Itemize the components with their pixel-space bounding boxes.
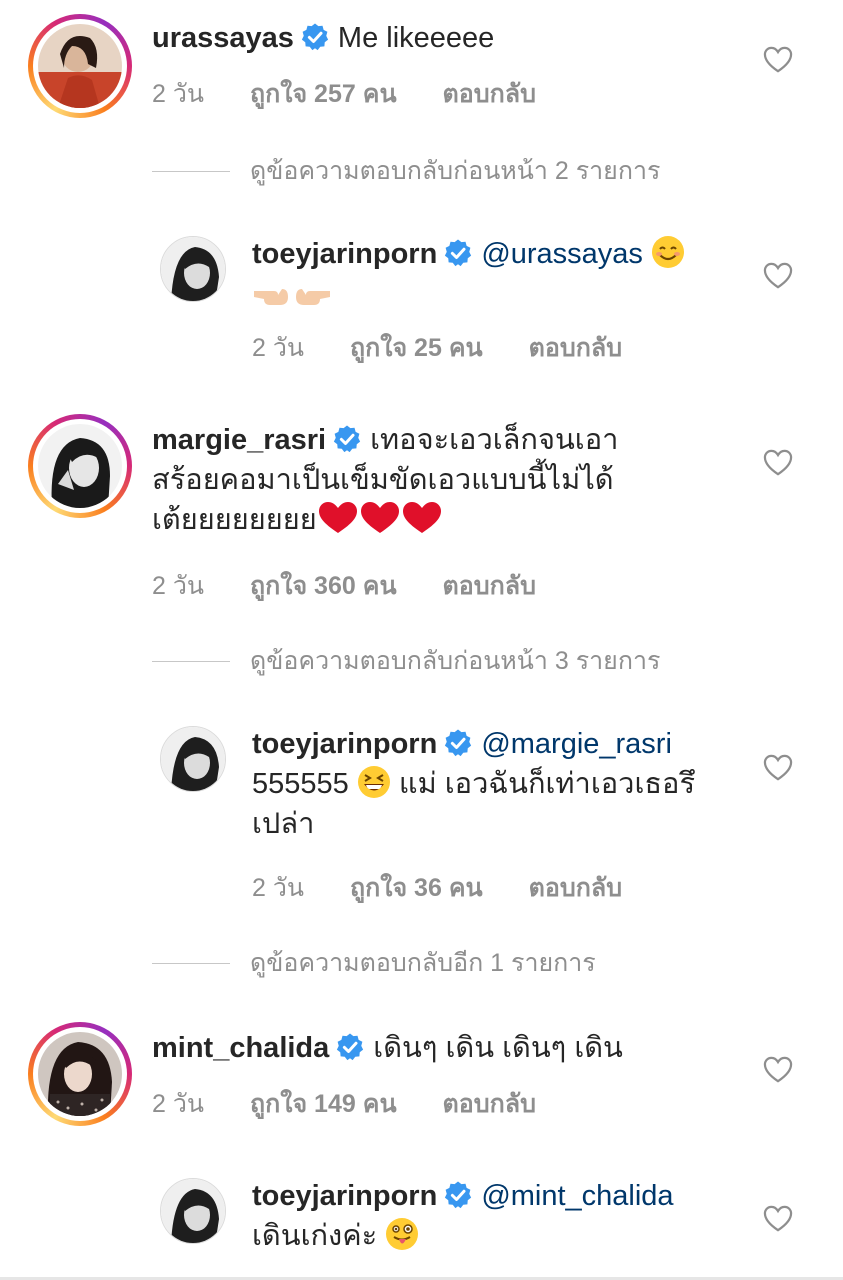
- avatar[interactable]: [160, 236, 226, 302]
- mention-link[interactable]: @margie_rasri: [481, 728, 672, 760]
- view-previous-replies[interactable]: ดูข้อความตอบกลับก่อนหน้า 3 รายการ: [152, 646, 660, 676]
- view-more-replies[interactable]: ดูข้อความตอบกลับอีก 1 รายการ: [152, 948, 596, 978]
- comment-text: Me likeeeee: [337, 22, 495, 54]
- comment-time: 2 วัน: [252, 334, 304, 362]
- red-heart-emoji-icon: [318, 502, 441, 533]
- verified-badge-icon: [334, 425, 361, 453]
- smiling-face-emoji-icon: [652, 236, 684, 268]
- heart-outline-icon[interactable]: [763, 449, 793, 477]
- comment-likes[interactable]: ถูกใจ 360 คน: [250, 572, 397, 600]
- comment-time: 2 วัน: [152, 80, 204, 108]
- comment-time: 2 วัน: [252, 874, 304, 902]
- comment-username[interactable]: toeyjarinporn: [252, 1180, 437, 1212]
- comment-text-line: 555555: [252, 768, 349, 800]
- mention-link[interactable]: @mint_chalida: [481, 1180, 673, 1212]
- heart-outline-icon[interactable]: [763, 46, 793, 74]
- avatar-story-ring[interactable]: [28, 414, 132, 518]
- comment-text-line: เต้ยยยยยยยย: [152, 504, 317, 536]
- reply-button[interactable]: ตอบกลับ: [443, 80, 536, 108]
- verified-badge-icon: [337, 1033, 364, 1061]
- heart-outline-icon[interactable]: [763, 754, 793, 782]
- reply-button[interactable]: ตอบกลับ: [529, 334, 622, 362]
- avatar: [38, 1032, 122, 1116]
- comment-username[interactable]: margie_rasri: [152, 424, 326, 456]
- reply-button[interactable]: ตอบกลับ: [529, 874, 622, 902]
- avatar: [38, 424, 122, 508]
- avatar: [38, 24, 122, 108]
- heart-outline-icon[interactable]: [763, 1056, 793, 1084]
- comment-text-line: เปล่า: [252, 808, 315, 840]
- comment-time: 2 วัน: [152, 1090, 204, 1118]
- verified-badge-icon: [445, 729, 472, 757]
- grinning-squinting-emoji-icon: [357, 766, 390, 798]
- comment-text-line: เทอจะเอวเล็กจนเอา: [370, 424, 619, 456]
- reply-button[interactable]: ตอบกลับ: [443, 572, 536, 600]
- winking-tongue-emoji-icon: [386, 1218, 419, 1250]
- comment-likes[interactable]: ถูกใจ 149 คน: [250, 1090, 397, 1118]
- comment-username[interactable]: toeyjarinporn: [252, 728, 437, 760]
- comment-username[interactable]: urassayas: [152, 22, 294, 54]
- comment-username[interactable]: toeyjarinporn: [252, 238, 437, 270]
- pointing-hands-emoji-icon: [254, 289, 330, 305]
- verified-badge-icon: [445, 239, 472, 267]
- comment-text: เดินๆ เดิน เดินๆ เดิน: [373, 1032, 623, 1064]
- comment-likes[interactable]: ถูกใจ 25 คน: [350, 334, 483, 362]
- heart-outline-icon[interactable]: [763, 262, 793, 290]
- comment-time: 2 วัน: [152, 572, 204, 600]
- avatar-story-ring[interactable]: [28, 14, 132, 118]
- comment-likes[interactable]: ถูกใจ 257 คน: [250, 80, 397, 108]
- comment-username[interactable]: mint_chalida: [152, 1032, 329, 1064]
- comment-likes[interactable]: ถูกใจ 36 คน: [350, 874, 483, 902]
- verified-badge-icon: [301, 23, 329, 51]
- heart-outline-icon[interactable]: [763, 1205, 793, 1233]
- verified-badge-icon: [445, 1181, 472, 1209]
- avatar-story-ring[interactable]: [28, 1022, 132, 1126]
- avatar[interactable]: [160, 726, 226, 792]
- comment-text-line: สร้อยคอมาเป็นเข็มขัดเอวแบบนี้ไม่ได้: [152, 464, 614, 496]
- view-previous-replies[interactable]: ดูข้อความตอบกลับก่อนหน้า 2 รายการ: [152, 156, 660, 186]
- mention-link[interactable]: @urassayas: [481, 238, 643, 270]
- comment-text-line: เดินเก่งค่ะ: [252, 1220, 378, 1252]
- comment-text-line: แม่ เอวฉันก็เท่าเอวเธอรึ: [398, 768, 696, 800]
- avatar[interactable]: [160, 1178, 226, 1244]
- reply-button[interactable]: ตอบกลับ: [443, 1090, 536, 1118]
